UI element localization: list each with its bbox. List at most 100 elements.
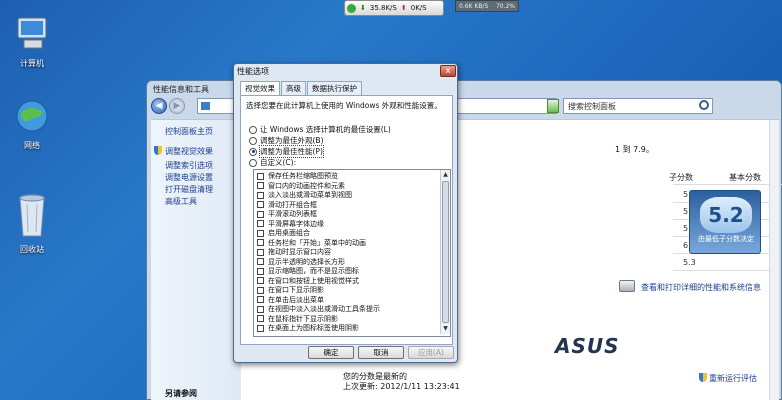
apply-button[interactable]: 应用(A) — [408, 346, 454, 359]
computer-icon — [17, 17, 47, 49]
visual-effects-panel: 选择您要在此计算机上使用的 Windows 外观和性能设置。 让 Windows… — [240, 95, 453, 345]
sidebar-link-disk-cleanup[interactable]: 打开磁盘清理 — [165, 184, 213, 195]
effect-checkbox[interactable]: 窗口内的动画控件和元素 — [257, 182, 345, 190]
checkbox-box — [257, 210, 264, 218]
sidebar-link-indexing[interactable]: 调整索引选项 — [165, 160, 213, 171]
download-arrow-icon: ⬇ — [360, 4, 366, 12]
effects-checklist[interactable]: 保存任务栏缩略图预览 窗口内的动画控件和元素 淡入淡出或滑动菜单到视图 滑动打开… — [253, 169, 451, 337]
graph-left-value: 0.6K KB/S — [459, 2, 489, 10]
view-print-details-link[interactable]: 查看和打印详细的性能和系统信息 — [641, 282, 761, 293]
sidebar: 控制面板主页 调整视觉效果 调整索引选项 调整电源设置 打开磁盘清理 高级工具 … — [151, 120, 241, 400]
sidebar-link-home[interactable]: 控制面板主页 — [165, 126, 213, 137]
sidebar-link-power[interactable]: 调整电源设置 — [165, 172, 213, 183]
ok-button[interactable]: 确定 — [308, 346, 354, 359]
status-dot-icon — [347, 3, 356, 13]
network-graph: 0.6K KB/S 70.2% — [455, 0, 519, 12]
tab-visual-effects[interactable]: 视觉效果 — [240, 81, 280, 96]
effect-checkbox[interactable]: 在单击后淡出菜单 — [257, 296, 324, 304]
effect-checkbox[interactable]: 淡入淡出或滑动菜单到视图 — [257, 191, 352, 199]
refresh-button[interactable] — [547, 99, 559, 113]
base-score-badge: 5.2 由最低子分数决定 — [689, 190, 761, 254]
effect-label: 显示半透明的选择长方形 — [268, 257, 345, 266]
cancel-button[interactable]: 取消 — [358, 346, 404, 359]
desktop-icon-network[interactable]: 网络 — [0, 96, 64, 151]
effect-checkbox[interactable]: 在窗口和按钮上使用视觉样式 — [257, 277, 359, 285]
effect-checkbox[interactable]: 平滑屏幕字体边缘 — [257, 220, 324, 228]
radio-indicator — [249, 125, 257, 134]
sidebar-link-visual-effects[interactable]: 调整视觉效果 — [165, 146, 213, 157]
effect-checkbox[interactable]: 在视图中淡入淡出或滑动工具条提示 — [257, 305, 380, 313]
printer-icon — [619, 280, 635, 292]
scroll-thumb[interactable] — [442, 181, 449, 323]
close-button[interactable]: x — [440, 65, 456, 77]
effect-label: 拖动时显示窗口内容 — [268, 248, 331, 257]
search-input[interactable]: 搜索控制面板 — [563, 98, 713, 114]
desktop-icon-label: 网络 — [24, 141, 40, 150]
column-header-basescore: 基本分数 — [729, 173, 761, 182]
effect-checkbox[interactable]: 任务栏和「开始」菜单中的动画 — [257, 239, 366, 247]
effect-checkbox[interactable]: 在鼠标指针下显示阴影 — [257, 315, 338, 323]
checkbox-box — [257, 315, 264, 323]
effect-label: 显示缩略图，而不是显示图标 — [268, 267, 359, 276]
tab-dep[interactable]: 数据执行保护 — [307, 81, 362, 95]
tab-advanced[interactable]: 高级 — [281, 81, 306, 95]
effect-label: 窗口内的动画控件和元素 — [268, 181, 345, 190]
effect-label: 在视图中淡入淡出或滑动工具条提示 — [268, 305, 380, 314]
base-score-value: 5.2 — [700, 197, 752, 233]
effect-label: 在鼠标指针下显示阴影 — [268, 314, 338, 323]
radio-custom[interactable]: 自定义(C): — [249, 157, 296, 168]
effect-checkbox[interactable]: 显示缩略图，而不是显示图标 — [257, 267, 359, 275]
effect-checkbox[interactable]: 在窗口下显示阴影 — [257, 286, 324, 294]
checklist-scrollbar[interactable]: ▲ ▼ — [440, 170, 450, 334]
forward-button[interactable]: ▶ — [169, 98, 185, 114]
desktop-icon-recycle-bin[interactable]: 回收站 — [0, 190, 64, 255]
effect-label: 保存任务栏缩略图预览 — [268, 172, 338, 181]
radio-indicator — [249, 136, 257, 145]
search-icon — [699, 100, 709, 110]
effect-label: 任务栏和「开始」菜单中的动画 — [268, 238, 366, 247]
effect-label: 滑动打开组合框 — [268, 200, 317, 209]
checkbox-box — [257, 324, 264, 332]
control-panel-icon — [201, 102, 210, 110]
scroll-up-arrow-icon[interactable]: ▲ — [441, 170, 450, 180]
radio-best-performance[interactable]: 调整为最佳性能(P) — [249, 145, 324, 158]
performance-options-dialog: 性能选项 x 视觉效果 高级 数据执行保护 选择您要在此计算机上使用的 Wind… — [233, 63, 458, 363]
effect-label: 平滑滚动列表框 — [268, 210, 317, 219]
main-scrollbar[interactable] — [769, 120, 779, 400]
checkbox-box — [257, 201, 264, 209]
rerun-assessment-link[interactable]: 重新运行评估 — [709, 373, 757, 384]
checkbox-box — [257, 258, 264, 266]
effect-checkbox[interactable]: 平滑滚动列表框 — [257, 210, 317, 218]
radio-indicator — [249, 158, 257, 167]
scroll-down-arrow-icon[interactable]: ▼ — [441, 324, 450, 334]
checkbox-box — [257, 220, 264, 228]
checkbox-box — [257, 239, 264, 247]
see-also-header: 另请参阅 — [165, 389, 197, 398]
effect-checkbox[interactable]: 保存任务栏缩略图预览 — [257, 172, 338, 180]
checkbox-box — [257, 296, 264, 304]
effect-checkbox[interactable]: 拖动时显示窗口内容 — [257, 248, 331, 256]
checkbox-box — [257, 229, 264, 237]
radio-label: 调整为最佳性能(P) — [259, 145, 324, 158]
radio-best-appearance[interactable]: 调整为最佳外观(B) — [249, 135, 324, 146]
effect-label: 在窗口下显示阴影 — [268, 286, 324, 295]
dialog-tabs: 视觉效果 高级 数据执行保护 — [240, 81, 363, 96]
radio-label: 让 Windows 选择计算机的最佳设置(L) — [260, 125, 391, 134]
shield-icon — [154, 146, 162, 155]
desktop-icon-label: 计算机 — [20, 59, 44, 68]
subscore-value: 5.3 — [683, 258, 696, 267]
effect-checkbox[interactable]: 滑动打开组合框 — [257, 201, 317, 209]
upload-arrow-icon: ⬆ — [400, 4, 407, 12]
effect-checkbox[interactable]: 显示半透明的选择长方形 — [257, 258, 345, 266]
checkbox-box — [257, 305, 264, 313]
back-button[interactable]: ◀ — [151, 98, 167, 114]
desktop-icon-computer[interactable]: 计算机 — [0, 14, 64, 69]
effect-checkbox[interactable]: 启用桌面组合 — [257, 229, 310, 237]
graph-right-value: 70.2% — [495, 2, 515, 10]
effect-label: 淡入淡出或滑动菜单到视图 — [268, 191, 352, 200]
effect-checkbox[interactable]: 在桌面上为图标标签使用阴影 — [257, 324, 359, 332]
radio-windows-choose[interactable]: 让 Windows 选择计算机的最佳设置(L) — [249, 124, 391, 135]
sidebar-link-advanced-tools[interactable]: 高级工具 — [165, 196, 197, 207]
checkbox-box — [257, 286, 264, 294]
checkbox-box — [257, 191, 264, 199]
